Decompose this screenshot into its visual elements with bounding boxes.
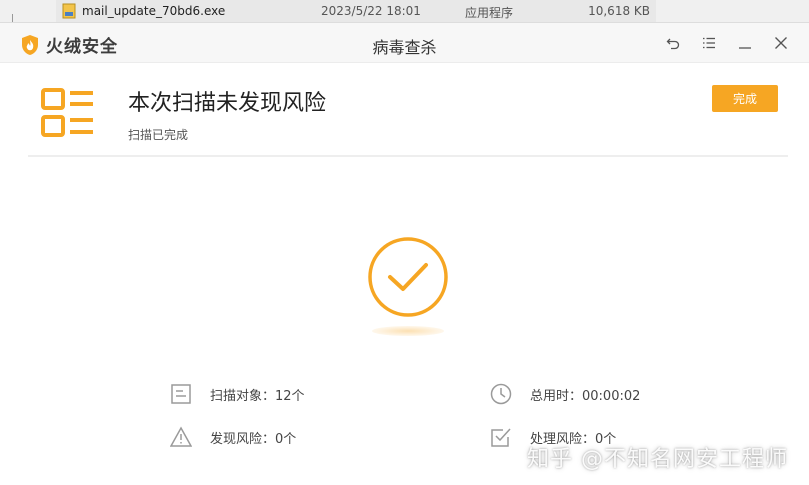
header-divider — [28, 155, 788, 157]
minimize-button[interactable] — [727, 31, 763, 55]
minimize-icon — [739, 47, 751, 49]
stat-total-time: 总用时：00:00:02 — [490, 383, 640, 405]
checkbox-icon — [491, 428, 511, 447]
menu-button[interactable] — [691, 31, 727, 55]
watermark-text: 知乎 @不知名网安工程师 — [527, 447, 788, 472]
clock-icon — [490, 383, 512, 405]
check-shadow — [372, 326, 444, 336]
stat-scan-objects: 扫描对象：12个 — [170, 383, 305, 405]
stat-risks-found: 发现风险：0个 — [170, 426, 296, 448]
explorer-background: mail_update_70bd6.exe 2023/5/22 18:01 应用… — [0, 0, 809, 22]
warning-icon — [170, 426, 192, 447]
total-time-text: 总用时：00:00:02 — [530, 388, 641, 404]
done-button[interactable]: 完成 — [712, 85, 778, 112]
success-check-icon — [368, 237, 448, 317]
scan-objects-text: 扫描对象：12个 — [210, 388, 305, 404]
scan-report-icon — [41, 88, 93, 137]
file-name: mail_update_70bd6.exe — [82, 4, 226, 18]
risks-found-text: 发现风险：0个 — [210, 431, 297, 447]
file-date: 2023/5/22 18:01 — [321, 4, 421, 18]
file-size: 10,618 KB — [588, 4, 650, 18]
close-button[interactable] — [763, 31, 799, 55]
file-type: 应用程序 — [465, 6, 514, 20]
back-icon — [666, 38, 680, 50]
result-subtitle: 扫描已完成 — [128, 128, 189, 142]
title-bar[interactable]: 火绒安全 病毒查杀 — [0, 23, 809, 63]
document-icon — [171, 384, 191, 404]
close-icon — [775, 37, 787, 49]
antivirus-window: 火绒安全 病毒查杀 本次扫描未发现风险 扫描已完成 完成 扫描对象：12个 总用… — [0, 22, 809, 485]
file-row[interactable]: mail_update_70bd6.exe 2023/5/22 18:01 应用… — [56, 0, 656, 22]
back-button[interactable] — [655, 31, 691, 55]
tree-line — [12, 14, 13, 22]
menu-icon — [703, 37, 715, 49]
exe-file-icon — [62, 3, 76, 19]
window-controls — [655, 31, 799, 55]
result-headline: 本次扫描未发现风险 — [128, 91, 327, 116]
